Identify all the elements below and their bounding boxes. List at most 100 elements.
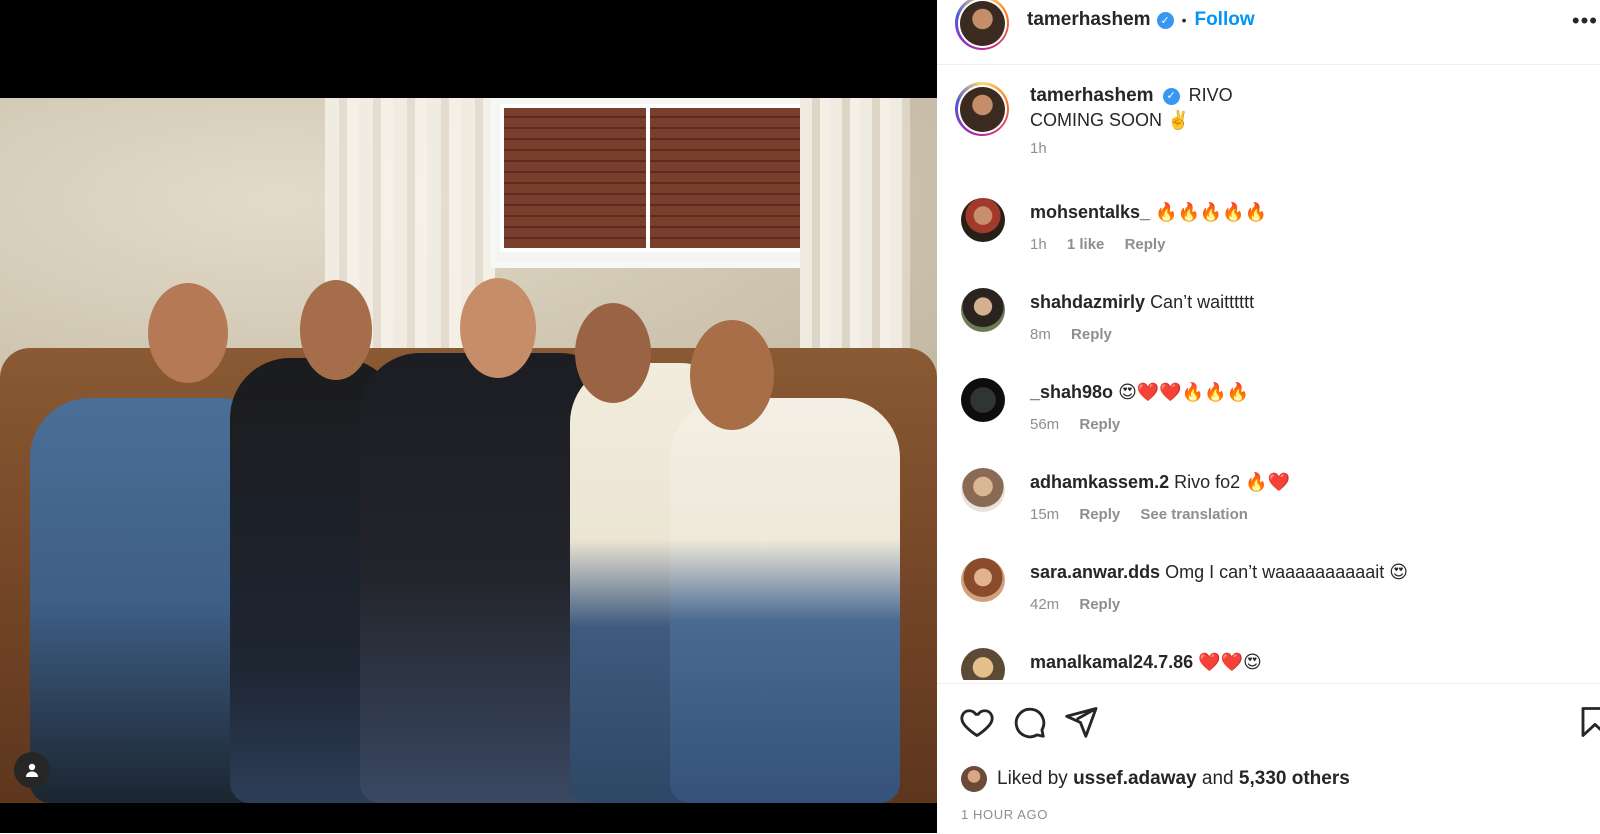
- avatar-ring-inner: [957, 84, 1007, 134]
- post-timestamp: 1 HOUR AGO: [961, 807, 1048, 822]
- comment-reply-button[interactable]: Reply: [1079, 596, 1120, 613]
- comment-meta: 15m Reply See translation: [1030, 506, 1570, 523]
- comment-text: ❤️❤️😍: [1198, 652, 1262, 672]
- comment-username[interactable]: mohsentalks_: [1030, 202, 1150, 222]
- likes-summary[interactable]: Liked by ussef.adaway and 5,330 others: [961, 766, 1350, 792]
- user-tag-glyph: [26, 763, 38, 777]
- comment-text: 🔥🔥🔥🔥🔥: [1155, 202, 1268, 222]
- comment-reply-button[interactable]: Reply: [1079, 416, 1120, 433]
- comment-time: 56m: [1030, 416, 1060, 433]
- share-icon[interactable]: [1063, 704, 1099, 740]
- commenter-avatar[interactable]: [961, 378, 1005, 422]
- avatar-face: [959, 0, 1005, 46]
- photo-window: [490, 98, 825, 268]
- comment-body: _shah98o 😍❤️❤️🔥🔥🔥 56m Reply: [1030, 380, 1570, 433]
- photo-window-pane-left: [500, 104, 650, 252]
- comment-item: mohsentalks_ 🔥🔥🔥🔥🔥 1h 1 like Reply: [961, 198, 1581, 278]
- comment-body: mohsentalks_ 🔥🔥🔥🔥🔥 1h 1 like Reply: [1030, 200, 1570, 253]
- likes-user[interactable]: ussef.adaway: [1073, 768, 1197, 790]
- commenter-avatar[interactable]: [961, 558, 1005, 602]
- comment-body: shahdazmirly Can’t waitttttt 8m Reply: [1030, 290, 1570, 343]
- comment-line: manalkamal24.7.86 ❤️❤️😍: [1030, 650, 1570, 674]
- bookmark-icon[interactable]: [1577, 704, 1600, 740]
- user-tag-icon[interactable]: [14, 752, 50, 788]
- comment-body: adhamkassem.2 Rivo fo2 🔥❤️ 15m Reply See…: [1030, 470, 1570, 523]
- comment-item: adhamkassem.2 Rivo fo2 🔥❤️ 15m Reply See…: [961, 468, 1581, 548]
- likes-others[interactable]: 5,330 others: [1239, 768, 1350, 790]
- author-avatar[interactable]: [955, 0, 1009, 50]
- photo-person-head: [575, 303, 651, 403]
- liker-avatar: [961, 766, 987, 792]
- comment-item: shahdazmirly Can’t waitttttt 8m Reply: [961, 288, 1581, 368]
- commenter-avatar[interactable]: [961, 198, 1005, 242]
- comment-time: 1h: [1030, 236, 1047, 253]
- see-translation-button[interactable]: See translation: [1140, 506, 1248, 523]
- comment-text: Can’t waitttttt: [1150, 292, 1255, 312]
- comment-username[interactable]: shahdazmirly: [1030, 292, 1145, 312]
- caption-text-line2: COMING SOON ✌️: [1030, 110, 1190, 130]
- post-header: tamerhashem ✓ • Follow •••: [937, 0, 1600, 65]
- comment-username[interactable]: _shah98o: [1030, 382, 1113, 402]
- comment-reply-button[interactable]: Reply: [1079, 506, 1120, 523]
- comment-icon[interactable]: [1011, 704, 1047, 740]
- avatar-ring-inner: [957, 0, 1007, 48]
- follow-button[interactable]: Follow: [1194, 9, 1254, 31]
- commenter-avatar[interactable]: [961, 468, 1005, 512]
- comment-time: 15m: [1030, 506, 1060, 523]
- comment-line: adhamkassem.2 Rivo fo2 🔥❤️: [1030, 470, 1570, 494]
- comment-text: Rivo fo2 🔥❤️: [1174, 472, 1290, 492]
- comment-meta: 42m Reply: [1030, 596, 1570, 613]
- verified-badge-icon: ✓: [1162, 87, 1180, 105]
- photo-person: [670, 398, 900, 803]
- author-username[interactable]: tamerhashem: [1027, 9, 1151, 31]
- photo-person-head: [690, 320, 774, 430]
- likes-joiner: and: [1201, 768, 1234, 789]
- comment-item: _shah98o 😍❤️❤️🔥🔥🔥 56m Reply: [961, 378, 1581, 458]
- comment-meta: 8m Reply: [1030, 326, 1570, 343]
- post-actions: Liked by ussef.adaway and 5,330 others 1…: [937, 683, 1600, 834]
- comment-line: sara.anwar.dds Omg I can’t waaaaaaaaaait…: [1030, 560, 1570, 584]
- post-photo: [0, 98, 937, 803]
- heart-icon[interactable]: [959, 704, 995, 740]
- comment-text: Omg I can’t waaaaaaaaaait 😍: [1165, 562, 1408, 582]
- comment-item: manalkamal24.7.86 ❤️❤️😍: [961, 648, 1581, 680]
- more-options-icon[interactable]: •••: [1572, 8, 1598, 34]
- comment-likes[interactable]: 1 like: [1067, 236, 1105, 253]
- comment-line: shahdazmirly Can’t waitttttt: [1030, 290, 1570, 314]
- caption-body: tamerhashem ✓ RIVO COMING SOON ✌️ 1h: [1030, 83, 1550, 157]
- comment-text: 😍❤️❤️🔥🔥🔥: [1118, 382, 1249, 402]
- comment-username[interactable]: adhamkassem.2: [1030, 472, 1169, 492]
- comment-line: _shah98o 😍❤️❤️🔥🔥🔥: [1030, 380, 1570, 404]
- comment-line: mohsentalks_ 🔥🔥🔥🔥🔥: [1030, 200, 1570, 224]
- photo-person-head: [460, 278, 536, 378]
- header-identity: tamerhashem ✓ • Follow: [1027, 9, 1255, 31]
- comment-body: manalkamal24.7.86 ❤️❤️😍: [1030, 650, 1570, 674]
- avatar-face: [959, 86, 1005, 132]
- comment-time: 8m: [1030, 326, 1051, 343]
- separator-dot: •: [1181, 12, 1187, 28]
- comment-meta: 1h 1 like Reply: [1030, 236, 1570, 253]
- photo-window-pane-right: [646, 104, 804, 252]
- caption-time: 1h: [1030, 140, 1047, 157]
- commenter-avatar[interactable]: [961, 288, 1005, 332]
- caption-text-line1: RIVO: [1188, 85, 1233, 105]
- comment-username[interactable]: manalkamal24.7.86: [1030, 652, 1193, 672]
- comment-body: sara.anwar.dds Omg I can’t waaaaaaaaaait…: [1030, 560, 1570, 613]
- comment-time: 42m: [1030, 596, 1060, 613]
- comment-reply-button[interactable]: Reply: [1071, 326, 1112, 343]
- verified-badge-icon: ✓: [1156, 11, 1174, 29]
- post-details-panel: tamerhashem ✓ • Follow ••• tamerhashem ✓…: [937, 0, 1600, 833]
- caption-username[interactable]: tamerhashem: [1030, 85, 1154, 106]
- comment-meta: 56m Reply: [1030, 416, 1570, 433]
- photo-person-head: [148, 283, 228, 383]
- post-media[interactable]: [0, 0, 937, 833]
- likes-prefix: Liked by: [997, 768, 1068, 789]
- caption-author-avatar[interactable]: [955, 82, 1009, 136]
- caption-line-1: tamerhashem ✓ RIVO: [1030, 83, 1550, 108]
- comment-item: sara.anwar.dds Omg I can’t waaaaaaaaaait…: [961, 558, 1581, 638]
- comment-reply-button[interactable]: Reply: [1125, 236, 1166, 253]
- comments-list[interactable]: tamerhashem ✓ RIVO COMING SOON ✌️ 1h moh…: [937, 65, 1600, 680]
- photo-person-head: [300, 280, 372, 380]
- comment-username[interactable]: sara.anwar.dds: [1030, 562, 1160, 582]
- commenter-avatar[interactable]: [961, 648, 1005, 680]
